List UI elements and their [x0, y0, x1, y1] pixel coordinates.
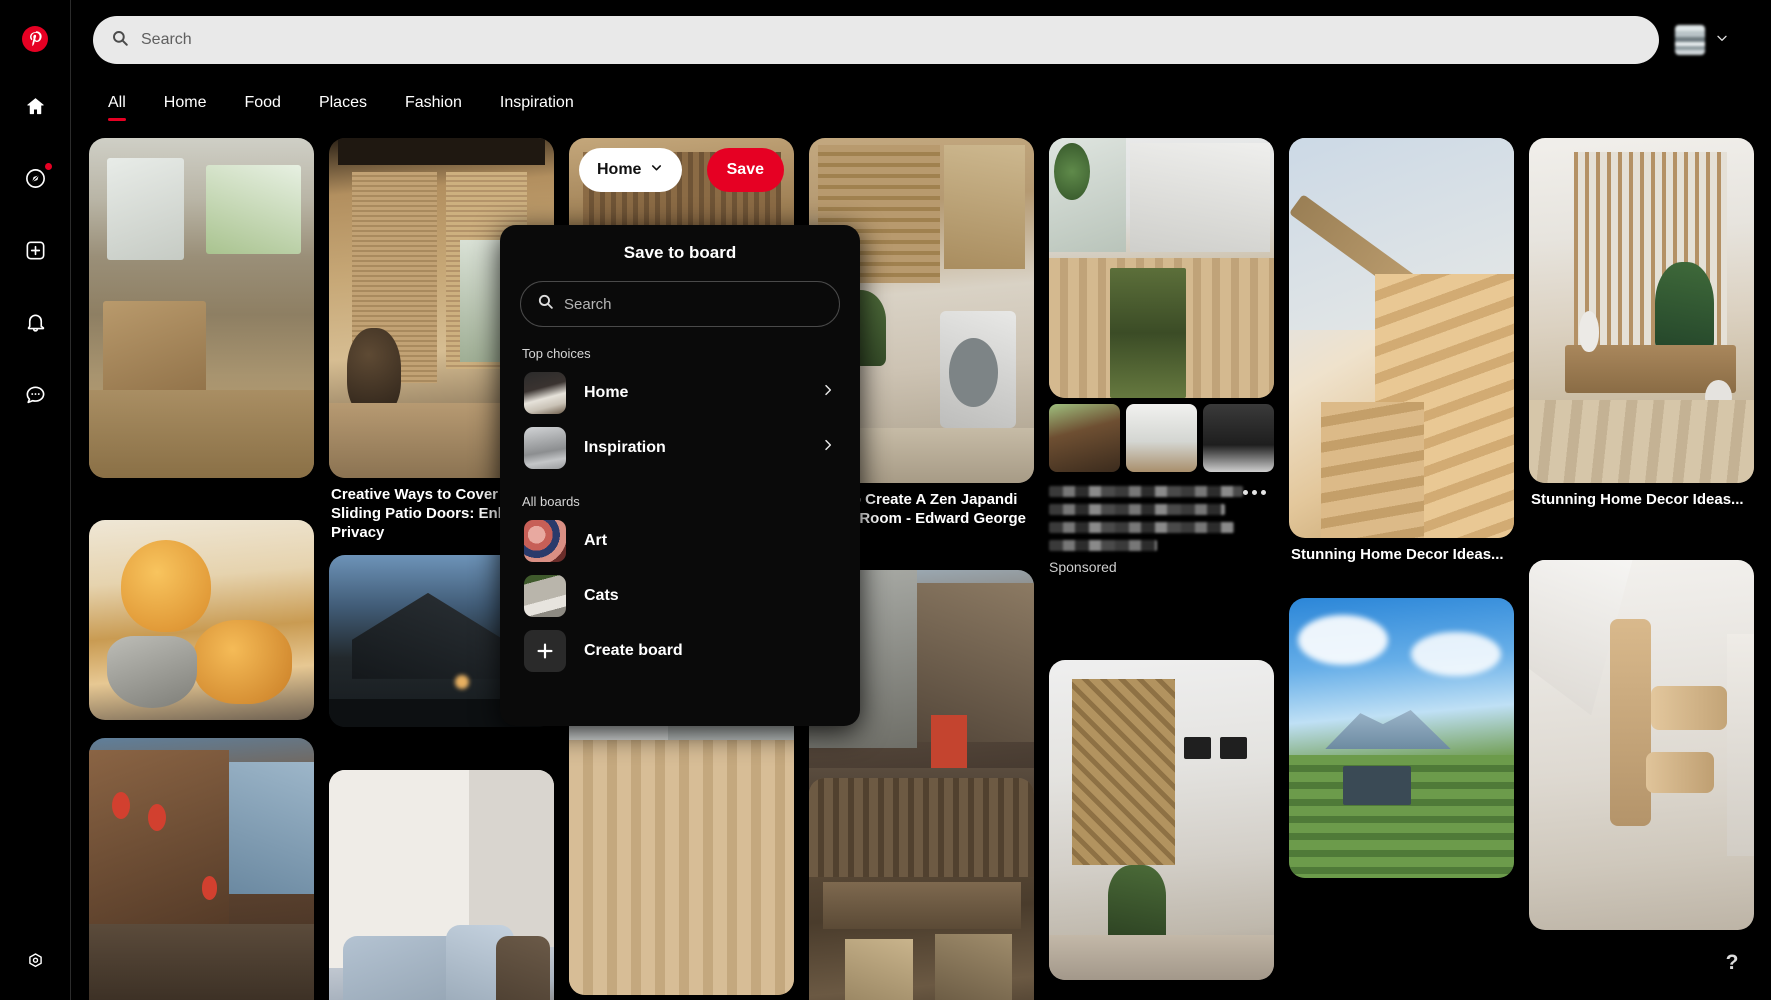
pin-card[interactable] — [329, 770, 554, 1000]
modal-title: Save to board — [623, 243, 737, 262]
sponsored-thumb[interactable] — [1203, 404, 1274, 472]
sponsored-thumb[interactable] — [1049, 404, 1120, 472]
plus-icon — [524, 629, 566, 672]
sidebar-item-notifications[interactable] — [18, 305, 52, 339]
avatar[interactable] — [1675, 25, 1705, 55]
top-choices-label: Top choices — [522, 346, 591, 361]
sponsored-label: Sponsored — [1049, 559, 1117, 575]
account-menu[interactable] — [1675, 25, 1730, 55]
board-select-label: Home — [597, 161, 642, 178]
search-bar[interactable] — [93, 16, 1659, 64]
help-button[interactable]: ? — [1715, 946, 1749, 980]
board-name: Home — [584, 383, 629, 401]
board-thumbnail — [524, 519, 566, 562]
create-board-label: Create board — [584, 641, 683, 659]
sponsored-description — [1049, 486, 1274, 551]
pin-card[interactable] — [1049, 660, 1274, 988]
pin-image[interactable] — [89, 138, 314, 478]
more-horizontal-icon[interactable] — [1243, 490, 1266, 495]
bell-icon — [24, 311, 47, 334]
sponsored-thumb[interactable] — [1126, 404, 1197, 472]
sponsored-thumbnail-row[interactable] — [1049, 404, 1274, 472]
redacted-text-line — [1049, 540, 1157, 551]
pin-card[interactable] — [89, 520, 314, 728]
pin-card[interactable]: Stunning Home Decor Ideas... — [1289, 138, 1514, 565]
chevron-right-icon — [820, 437, 836, 458]
board-select-button[interactable]: Home — [579, 148, 683, 192]
home-icon — [24, 95, 47, 118]
pin-image[interactable] — [809, 778, 1034, 1000]
redacted-text-line — [1049, 504, 1225, 515]
save-button[interactable]: Save — [706, 148, 784, 192]
board-row-inspiration[interactable]: Inspiration — [520, 420, 840, 475]
pin-hover-actions: Home Save — [579, 148, 784, 192]
tab-home[interactable]: Home — [151, 88, 220, 122]
pin-image[interactable] — [1529, 560, 1754, 930]
board-row-art[interactable]: Art — [520, 513, 840, 568]
chevron-right-icon — [820, 382, 836, 403]
all-boards-label: All boards — [522, 494, 580, 509]
pin-image[interactable] — [329, 770, 554, 1000]
pin-caption: Stunning Home Decor Ideas... — [1291, 546, 1504, 563]
sidebar-item-create[interactable] — [18, 233, 52, 267]
tab-food[interactable]: Food — [231, 88, 293, 122]
sidebar-item-settings[interactable] — [19, 944, 53, 978]
tab-all[interactable]: All — [95, 88, 139, 122]
save-to-board-modal[interactable]: Save to board Top choices Home Inspirati… — [500, 225, 860, 726]
category-tabs: All Home Food Places Fashion Inspiration — [71, 80, 1771, 130]
pin-masonry-grid[interactable]: Creative Ways to Cover Sliding Patio Doo… — [71, 130, 1771, 1000]
left-rail — [0, 0, 71, 1000]
board-name: Art — [584, 531, 608, 549]
pin-card-sponsored[interactable]: Sponsored — [1049, 138, 1274, 575]
compass-icon — [24, 167, 47, 190]
pin-image[interactable] — [1529, 138, 1754, 483]
top-header — [71, 0, 1771, 80]
board-row-home[interactable]: Home — [520, 365, 840, 420]
pin-image[interactable] — [89, 738, 314, 1000]
redacted-text-line — [1049, 486, 1243, 497]
board-thumbnail — [524, 574, 566, 617]
board-name: Inspiration — [584, 438, 666, 456]
pin-card[interactable] — [89, 738, 314, 1000]
search-icon — [537, 293, 554, 315]
pin-image[interactable] — [1289, 138, 1514, 538]
chevron-down-icon[interactable] — [1714, 30, 1730, 51]
pin-card[interactable] — [809, 778, 1034, 1000]
pinterest-logo-icon[interactable] — [18, 22, 52, 56]
tab-places[interactable]: Places — [306, 88, 380, 122]
pin-image[interactable] — [1049, 138, 1274, 398]
board-thumbnail — [524, 426, 566, 469]
sidebar-item-explore[interactable] — [18, 161, 52, 195]
tab-inspiration[interactable]: Inspiration — [487, 88, 587, 122]
board-row-cats[interactable]: Cats — [520, 568, 840, 623]
pin-image[interactable] — [1049, 660, 1274, 980]
board-name: Cats — [584, 586, 619, 604]
sidebar-item-messages[interactable] — [18, 377, 52, 411]
board-thumbnail — [524, 371, 566, 414]
modal-search-input[interactable] — [564, 295, 823, 313]
pin-card[interactable] — [1529, 560, 1754, 938]
pin-image[interactable] — [89, 520, 314, 720]
sidebar-bottom — [0, 944, 71, 978]
chat-bubble-icon — [24, 383, 47, 406]
pin-card[interactable]: Stunning Home Decor Ideas... — [1529, 138, 1754, 510]
pin-card[interactable] — [1289, 598, 1514, 886]
sidebar-nav — [18, 89, 52, 411]
redacted-text-line — [1049, 522, 1234, 533]
sidebar-item-home[interactable] — [18, 89, 52, 123]
create-board-button[interactable]: Create board — [520, 623, 840, 678]
modal-search-bar[interactable] — [520, 281, 840, 327]
explore-notification-dot — [45, 163, 52, 170]
tab-fashion[interactable]: Fashion — [392, 88, 475, 122]
pin-card[interactable] — [89, 138, 314, 486]
plus-square-icon — [24, 239, 47, 262]
gear-icon — [25, 951, 46, 972]
pin-image[interactable] — [1289, 598, 1514, 878]
pin-caption: Stunning Home Decor Ideas... — [1531, 491, 1744, 508]
search-icon — [111, 29, 129, 52]
search-input[interactable] — [141, 31, 1641, 49]
chevron-down-icon — [649, 160, 664, 180]
